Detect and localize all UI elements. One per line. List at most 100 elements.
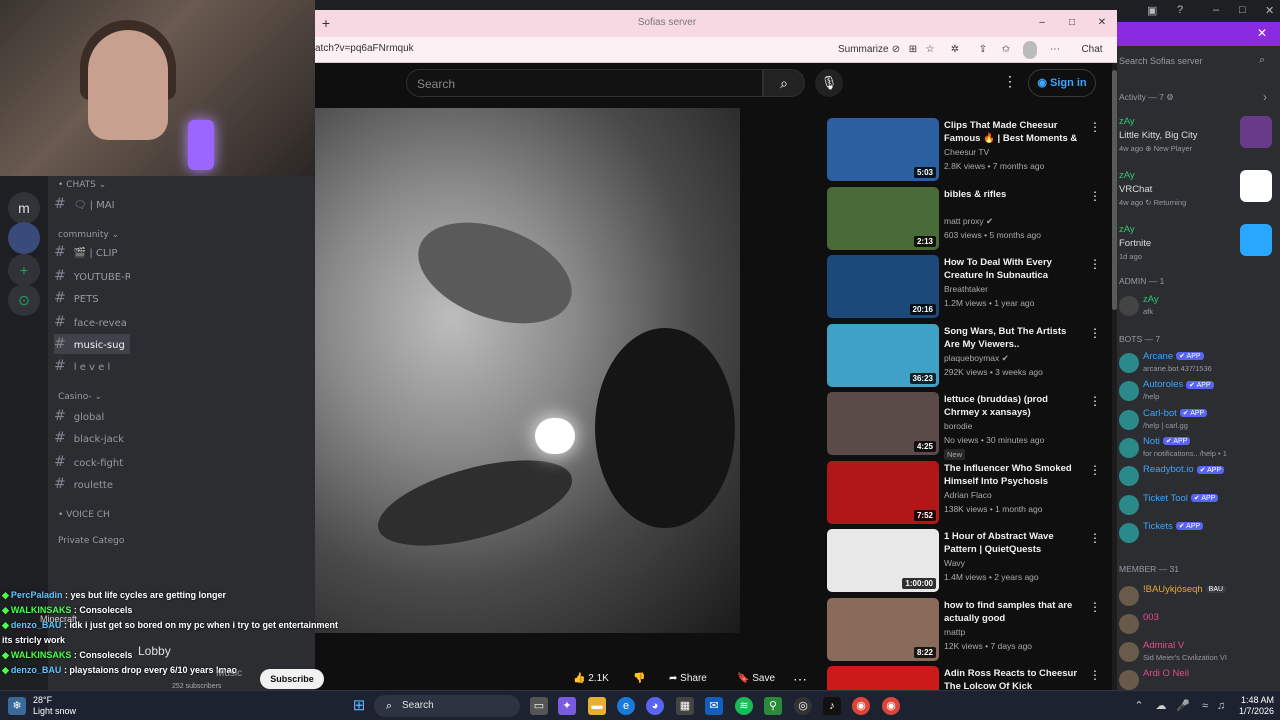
channel-main[interactable]: # 🗨 | MAI bbox=[54, 194, 130, 214]
category-voice[interactable]: • VOICE CH bbox=[58, 510, 110, 520]
recommended-video[interactable]: 8:22 how to find samples that are actuall… bbox=[827, 597, 1112, 664]
youtube-search-input[interactable]: Search bbox=[406, 69, 763, 97]
member-search-input[interactable]: Search Sofias server ⌕ bbox=[1117, 52, 1280, 72]
translate-icon[interactable]: ⊘ bbox=[890, 41, 902, 59]
video-player[interactable] bbox=[315, 108, 740, 633]
app-icon[interactable]: ⚲ bbox=[764, 697, 782, 715]
kebab-menu-icon[interactable]: ⋮ bbox=[1089, 326, 1101, 340]
video-title[interactable]: bibles & rifles bbox=[944, 188, 1084, 201]
member-user[interactable]: 003 bbox=[1117, 612, 1280, 642]
category-private[interactable]: Private Catego bbox=[58, 536, 124, 546]
kebab-menu-icon[interactable]: ⋮ bbox=[1089, 668, 1101, 682]
member-bot[interactable]: Noti ✔ APP for notifications.. /help • 1 bbox=[1117, 436, 1280, 466]
video-title[interactable]: lettuce (bruddas) (prod Chrmey x xansays… bbox=[944, 393, 1084, 419]
member-bot[interactable]: Tickets ✔ APP bbox=[1117, 521, 1280, 551]
address-bar[interactable]: atch?v=pq6aFNrmquk Summarize ⊘ ⊞ ☆ ✲ ⇪ ✩… bbox=[315, 37, 1117, 63]
start-icon[interactable]: ⊞ bbox=[350, 697, 368, 715]
grid-icon[interactable]: ⊞ bbox=[907, 41, 919, 59]
close-button[interactable]: ✕ bbox=[1095, 14, 1109, 32]
member-user[interactable]: Admiral V Sid Meier's Civilization VI bbox=[1117, 640, 1280, 670]
kebab-menu-icon[interactable]: ⋮ bbox=[1089, 600, 1101, 614]
close-banner-icon[interactable]: ✕ bbox=[1257, 26, 1267, 40]
maximize-button[interactable]: □ bbox=[1065, 14, 1079, 32]
video-thumbnail[interactable]: 8:22 bbox=[827, 597, 939, 661]
favorite-star-icon[interactable]: ☆ bbox=[924, 41, 936, 59]
category-casino[interactable]: Casino- ⌄ bbox=[58, 392, 102, 402]
kebab-menu-icon[interactable]: ⋮ bbox=[1089, 257, 1101, 271]
minimize-button[interactable]: – bbox=[1035, 14, 1049, 32]
member-user[interactable]: !BAUykjóseqh BAU bbox=[1117, 584, 1280, 614]
video-title[interactable]: The Influencer Who Smoked Himself Into P… bbox=[944, 462, 1084, 488]
kebab-menu-icon[interactable]: ⋮ bbox=[1089, 531, 1101, 545]
spotify-icon[interactable]: ≋ bbox=[735, 697, 753, 715]
kebab-menu-icon[interactable]: ⋮ bbox=[1003, 73, 1017, 90]
recommended-video[interactable]: 7:52 The Influencer Who Smoked Himself In… bbox=[827, 460, 1112, 527]
channel-face-reveal[interactable]: # face-revea bbox=[54, 312, 130, 332]
channel-name[interactable]: Breathtaker bbox=[944, 284, 988, 294]
edge-icon[interactable]: e bbox=[617, 697, 635, 715]
kebab-menu-icon[interactable]: ⋮ bbox=[1089, 463, 1101, 477]
tray-chevron-icon[interactable]: ⌃ bbox=[1130, 697, 1148, 715]
category-community[interactable]: community ⌄ bbox=[58, 230, 119, 240]
server-avatar-icon[interactable] bbox=[8, 222, 40, 254]
search-icon[interactable]: ⌕ bbox=[763, 69, 805, 97]
recommended-video[interactable]: 2:13 bibles & rifles matt proxy ✔ 603 views… bbox=[827, 186, 1112, 253]
recommended-video[interactable]: 1:00:00 1 Hour of Abstract Wave Pattern |… bbox=[827, 529, 1112, 595]
clock[interactable]: 1:48 AM 1/7/2026 bbox=[1222, 695, 1274, 717]
close-icon[interactable]: ✕ bbox=[1265, 4, 1274, 17]
file-explorer-icon[interactable]: ▬ bbox=[588, 697, 606, 715]
video-thumbnail[interactable]: 5:03 bbox=[827, 118, 939, 181]
video-title[interactable]: Clips That Made Cheesur Famous 🔥 | Best … bbox=[944, 119, 1084, 145]
channel-name[interactable]: plaqueboymax ✔ bbox=[944, 353, 1009, 364]
kebab-menu-icon[interactable]: ⋮ bbox=[1089, 120, 1101, 134]
channel-level[interactable]: # l e v e l bbox=[54, 356, 130, 376]
member-admin[interactable]: zAy afk bbox=[1117, 294, 1280, 324]
discord-icon[interactable]: ◕ bbox=[646, 697, 664, 715]
member-bot[interactable]: Arcane ✔ APP arcane.bot 437/1536 bbox=[1117, 351, 1280, 381]
video-title[interactable]: 1 Hour of Abstract Wave Pattern | QuietQ… bbox=[944, 530, 1084, 556]
inbox-icon[interactable]: ▣ bbox=[1147, 4, 1157, 17]
video-title[interactable]: Adin Ross Reacts to Cheesur The Lolcow O… bbox=[944, 667, 1084, 690]
video-thumbnail[interactable] bbox=[827, 666, 939, 690]
channel-cock-fight[interactable]: # cock-fight bbox=[54, 452, 130, 472]
share-button[interactable]: ➦ Share bbox=[669, 668, 719, 690]
member-user[interactable]: Ardi O Neil bbox=[1117, 668, 1280, 690]
favorites-icon[interactable]: ✩ bbox=[1000, 41, 1012, 59]
server-m-icon[interactable]: m bbox=[8, 192, 40, 224]
member-bot[interactable]: Ticket Tool ✔ APP bbox=[1117, 493, 1280, 523]
like-button[interactable]: 👍 2.1K bbox=[573, 668, 623, 690]
chrome-icon-2[interactable]: ◉ bbox=[882, 697, 900, 715]
dislike-button[interactable]: 👎 bbox=[633, 668, 649, 690]
recommended-video[interactable]: 36:23 Song Wars, But The Artists Are My V… bbox=[827, 323, 1112, 390]
video-thumbnail[interactable]: 36:23 bbox=[827, 323, 939, 387]
recommended-video[interactable]: 4:25 lettuce (bruddas) (prod Chrmey x xan… bbox=[827, 392, 1112, 460]
channel-name[interactable]: mattp bbox=[944, 627, 965, 637]
video-title[interactable]: how to find samples that are actually go… bbox=[944, 599, 1084, 625]
member-bot[interactable]: Readybot.io ✔ APP bbox=[1117, 464, 1280, 494]
share-icon[interactable]: ⇪ bbox=[977, 41, 989, 59]
recommended-video[interactable]: 20:16 How To Deal With Every Creature In … bbox=[827, 255, 1112, 321]
profile-avatar-icon[interactable] bbox=[1023, 41, 1037, 59]
more-actions-icon[interactable]: ⋯ bbox=[793, 668, 809, 690]
activity-item[interactable]: zAy Little Kitty, Big City 4w ago ⊕ New Pl… bbox=[1117, 116, 1280, 162]
kebab-menu-icon[interactable]: ⋮ bbox=[1089, 189, 1101, 203]
channel-roulette[interactable]: # roulette bbox=[54, 474, 130, 494]
channel-black-jack[interactable]: # black-jack bbox=[54, 428, 130, 448]
member-bot[interactable]: Carl-bot ✔ APP/help | carl.gg bbox=[1117, 408, 1280, 438]
channel-music-suggestions[interactable]: # music-sug bbox=[54, 334, 130, 354]
mail-icon[interactable]: ✉ bbox=[705, 697, 723, 715]
channel-pets[interactable]: # PETS bbox=[54, 288, 130, 308]
channel-name[interactable]: borodie bbox=[944, 421, 972, 431]
sign-in-button[interactable]: ◉ Sign in bbox=[1028, 69, 1096, 97]
chevron-right-icon[interactable]: › bbox=[1263, 90, 1267, 104]
weather-widget[interactable]: 28°F Light snow bbox=[33, 695, 76, 717]
save-button[interactable]: 🔖 Save bbox=[737, 668, 781, 690]
help-icon[interactable]: ? bbox=[1177, 4, 1183, 16]
subscribe-button[interactable]: Subscribe bbox=[260, 669, 324, 689]
minimize-icon[interactable]: – bbox=[1213, 4, 1219, 16]
tray-app-icon[interactable]: ☁ bbox=[1152, 697, 1170, 715]
copilot-icon[interactable]: ✦ bbox=[558, 697, 576, 715]
copilot-chat-button[interactable]: Chat bbox=[1072, 41, 1112, 59]
discover-icon[interactable]: ⊙ bbox=[8, 284, 40, 316]
channel-name[interactable]: Cheesur TV bbox=[944, 147, 989, 157]
